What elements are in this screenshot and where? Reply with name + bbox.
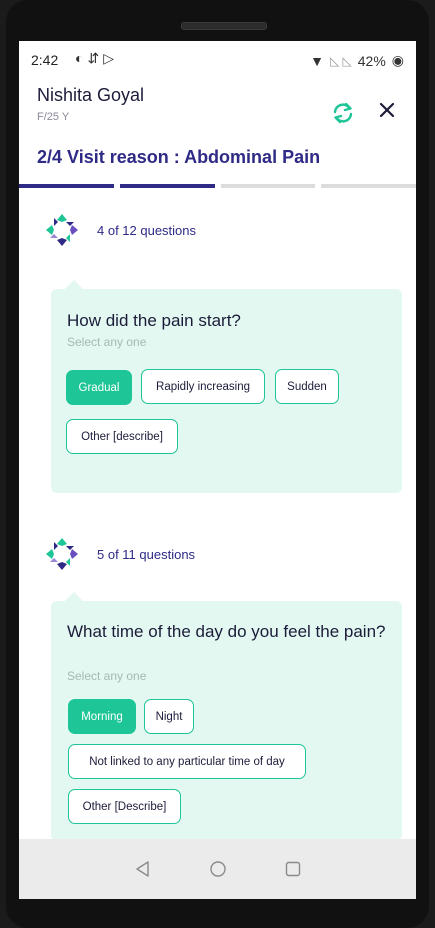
- status-right: ▼ ◺ ◺ 42% ◉: [310, 52, 404, 69]
- progress-segment: [220, 184, 316, 188]
- battery-level: 42%: [357, 52, 386, 69]
- question-header: 5 of 11 questions: [45, 537, 195, 571]
- earpiece-speaker: [181, 22, 267, 30]
- battery-icon: ◉: [391, 52, 404, 68]
- nav-back-icon[interactable]: [129, 855, 157, 883]
- step-progress-bar: [19, 184, 416, 188]
- nav-recents-icon[interactable]: [279, 855, 307, 883]
- question-hint: Select any one: [67, 335, 147, 349]
- questions-feed[interactable]: 4 of 12 questions How did the pain start…: [19, 191, 416, 839]
- patient-meta: F/25 Y: [37, 111, 70, 123]
- status-bar: 2:42 ◐⇵▷ ▼ ◺ ◺ 42% ◉: [19, 41, 416, 79]
- signal-icon: ◺ ◺: [329, 53, 352, 68]
- option-chip[interactable]: Morning: [68, 699, 136, 734]
- option-chip[interactable]: Other [Describe]: [68, 789, 181, 824]
- network-notification-icon: ⇵: [87, 50, 104, 66]
- question-hint: Select any one: [67, 669, 147, 683]
- question-count: 5 of 11 questions: [97, 546, 196, 562]
- patient-name: Nishita Goyal: [37, 85, 145, 105]
- question-text: How did the pain start?: [67, 311, 241, 330]
- progress-segment: [119, 184, 215, 188]
- card-pointer: [65, 280, 83, 289]
- question-text: What time of the day do you feel the pai…: [67, 622, 386, 641]
- option-chip[interactable]: Sudden: [275, 369, 339, 404]
- visit-reason-title: 2/4 Visit reason : Abdominal Pain: [37, 147, 321, 167]
- close-icon[interactable]: [374, 97, 400, 123]
- option-chip[interactable]: Gradual: [66, 370, 132, 405]
- app-notification-icon: ◐: [75, 50, 88, 66]
- assistant-logo-icon: [46, 538, 78, 570]
- option-chip[interactable]: Night: [144, 699, 194, 734]
- option-chip[interactable]: Other [describe]: [66, 419, 178, 454]
- progress-segment: [321, 184, 416, 188]
- card-pointer: [65, 592, 83, 601]
- phone-frame: 2:42 ◐⇵▷ ▼ ◺ ◺ 42% ◉ Nishita Goyal F/25 …: [6, 0, 429, 928]
- notification-icons: ◐⇵▷: [75, 50, 118, 67]
- question-card: What time of the day do you feel the pai…: [51, 592, 402, 839]
- question-count: 4 of 12 questions: [97, 222, 197, 238]
- option-chip[interactable]: Rapidly increasing: [141, 369, 265, 404]
- refresh-icon[interactable]: [330, 100, 356, 126]
- question-header: 4 of 12 questions: [45, 213, 196, 247]
- progress-segment: [19, 184, 114, 188]
- system-nav-bar: [19, 839, 416, 899]
- status-time: 2:42: [31, 52, 59, 68]
- wifi-icon: ▼: [310, 52, 324, 69]
- nav-home-icon[interactable]: [204, 855, 232, 883]
- assistant-logo-icon: [46, 214, 78, 246]
- option-chip[interactable]: Not linked to any particular time of day: [68, 744, 306, 779]
- app-screen: 2:42 ◐⇵▷ ▼ ◺ ◺ 42% ◉ Nishita Goyal F/25 …: [19, 41, 416, 899]
- question-card: How did the pain start? Select any one G…: [51, 280, 402, 493]
- play-notification-icon: ▷: [103, 50, 118, 66]
